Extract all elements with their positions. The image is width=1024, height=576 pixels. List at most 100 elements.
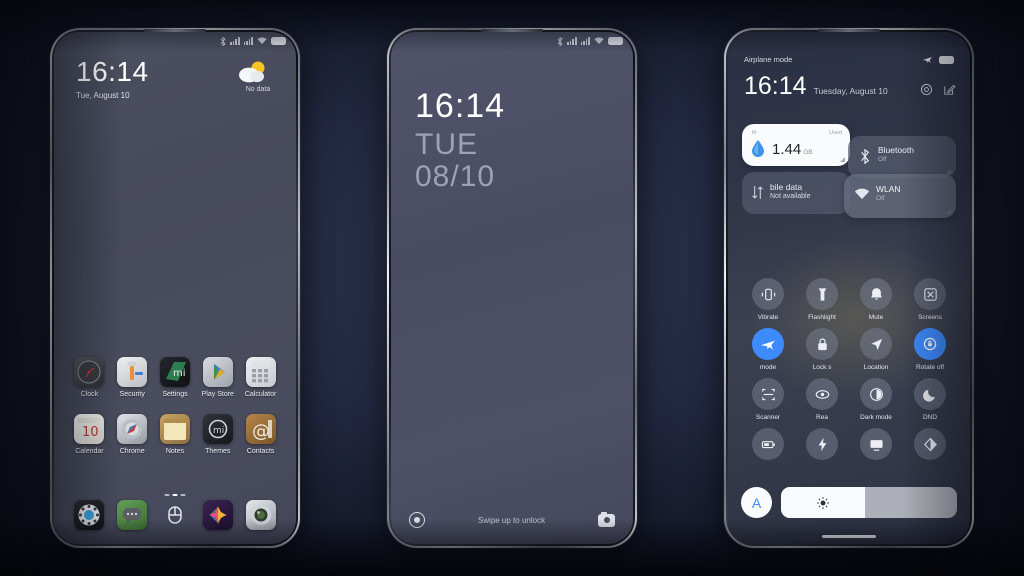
card-expand-corner[interactable] bbox=[946, 169, 951, 174]
camera-icon[interactable] bbox=[245, 500, 276, 530]
toggle-dark-mode[interactable]: Dark mode bbox=[849, 378, 903, 421]
toggle-grid: Vibrate Flashlight Mute Screens mode Loc… bbox=[741, 278, 957, 464]
battery-icon bbox=[608, 37, 623, 45]
toggle-reading-mode[interactable]: Rea bbox=[795, 378, 849, 421]
battery-icon bbox=[939, 55, 954, 64]
toggle-airplane-mode[interactable]: mode bbox=[741, 328, 795, 371]
home-clock-date: Tue, August 10 bbox=[76, 91, 130, 100]
card-mobile-data[interactable]: bile data Not available bbox=[742, 172, 850, 214]
app-settings[interactable]: mi Settings bbox=[154, 357, 197, 398]
wifi-icon bbox=[257, 37, 267, 45]
card-data-header-right: Used bbox=[829, 130, 842, 136]
control-center-display[interactable]: Airplane mode 16:14 Tuesday, August 10 t… bbox=[728, 32, 970, 544]
clock-app-icon bbox=[74, 357, 105, 387]
toggle-mute[interactable]: Mute bbox=[849, 278, 903, 321]
control-center-clock-row: 16:14 Tuesday, August 10 bbox=[744, 74, 956, 99]
toggle-flashlight[interactable]: Flashlight bbox=[795, 278, 849, 321]
toggle-label: Rotate off bbox=[915, 364, 945, 371]
app-calculator[interactable]: Calculator bbox=[239, 357, 282, 398]
card-bluetooth-sub: Off bbox=[878, 156, 887, 163]
app-label: Themes bbox=[205, 448, 231, 455]
app-contacts[interactable]: @ Contacts bbox=[239, 414, 282, 455]
card-expand-corner[interactable] bbox=[946, 209, 951, 214]
app-chrome[interactable]: Chrome bbox=[111, 414, 154, 455]
card-expand-corner[interactable] bbox=[840, 157, 845, 162]
toggle-rotate-off[interactable]: Rotate off bbox=[903, 328, 957, 371]
signal-bars-icon-1 bbox=[230, 37, 240, 45]
security-app-icon bbox=[117, 357, 148, 387]
brightness-row: A bbox=[741, 487, 957, 518]
brightness-slider[interactable] bbox=[781, 487, 957, 518]
toggle-lightning[interactable] bbox=[795, 428, 849, 464]
airplane-icon bbox=[922, 54, 933, 65]
app-label: Play Store bbox=[201, 391, 234, 398]
toggle-dnd[interactable]: DND bbox=[903, 378, 957, 421]
sun-icon bbox=[816, 496, 830, 510]
svg-text:@: @ bbox=[252, 421, 270, 442]
app-calendar[interactable]: 10 Calendar bbox=[68, 414, 111, 455]
phone-dialer-icon[interactable] bbox=[74, 500, 105, 530]
home-clock-widget[interactable]: 16:14 Tue, August 10 bbox=[76, 58, 149, 101]
card-data-value: 1.44 bbox=[772, 141, 802, 158]
contacts-app-icon: @ bbox=[245, 414, 276, 444]
phone-control-center: Airplane mode 16:14 Tuesday, August 10 t… bbox=[724, 28, 974, 548]
location-arrow-icon bbox=[860, 328, 892, 360]
messaging-icon[interactable] bbox=[117, 500, 148, 530]
toggle-contrast[interactable] bbox=[903, 428, 957, 464]
app-notes[interactable]: Notes bbox=[154, 414, 197, 455]
edit-pencil-icon[interactable] bbox=[943, 83, 956, 96]
app-label: Chrome bbox=[119, 448, 145, 455]
card-data-header-left: th bbox=[752, 130, 757, 136]
page-dot-active[interactable] bbox=[172, 494, 178, 496]
svg-text:10: 10 bbox=[82, 425, 99, 440]
toggle-label: Location bbox=[863, 364, 889, 371]
page-dot[interactable] bbox=[164, 494, 170, 496]
card-wlan[interactable]: WLAN Off bbox=[844, 174, 956, 218]
flashlight-ring-icon[interactable] bbox=[409, 512, 425, 528]
home-indicator[interactable] bbox=[822, 535, 876, 538]
card-bluetooth-title: Bluetooth bbox=[878, 145, 914, 155]
gear-icon[interactable] bbox=[920, 83, 933, 96]
browser-icon[interactable] bbox=[160, 500, 190, 530]
app-clock[interactable]: Clock bbox=[68, 357, 111, 398]
app-themes[interactable]: mi Themes bbox=[196, 414, 239, 455]
cc-time: 16:14 bbox=[744, 72, 807, 100]
camera-icon[interactable] bbox=[598, 511, 615, 527]
wifi-icon bbox=[594, 37, 604, 45]
toggle-label: Screens bbox=[918, 314, 942, 321]
status-bar bbox=[54, 32, 296, 50]
weather-widget[interactable]: No data bbox=[236, 60, 280, 93]
toggle-battery-saver[interactable] bbox=[741, 428, 795, 464]
eye-icon bbox=[806, 378, 838, 410]
toggle-cast[interactable] bbox=[849, 428, 903, 464]
unlock-hint: Swipe up to unlock bbox=[477, 515, 546, 525]
card-data-usage[interactable]: th Used 1.44 GB bbox=[742, 124, 850, 166]
weather-status: No data bbox=[245, 86, 271, 93]
app-play-store[interactable]: Play Store bbox=[196, 357, 239, 398]
gallery-icon[interactable] bbox=[202, 500, 233, 530]
toggle-screenshot[interactable]: Screens bbox=[903, 278, 957, 321]
auto-brightness-button[interactable]: A bbox=[741, 487, 772, 518]
toggle-scanner[interactable]: Scanner bbox=[741, 378, 795, 421]
app-label: Settings bbox=[162, 391, 188, 398]
contrast-circle-icon bbox=[860, 378, 892, 410]
signal-bars-icon-2 bbox=[580, 37, 590, 45]
page-dot[interactable] bbox=[180, 494, 186, 496]
toggle-lock-screen[interactable]: Lock s bbox=[795, 328, 849, 371]
signal-bars-icon-2 bbox=[243, 37, 253, 45]
qr-scanner-icon bbox=[752, 378, 784, 410]
earpiece-speaker bbox=[481, 29, 543, 32]
status-bar bbox=[391, 32, 633, 50]
toggle-location[interactable]: Location bbox=[849, 328, 903, 371]
card-wlan-title: WLAN bbox=[876, 184, 901, 194]
app-security[interactable]: Security bbox=[111, 357, 154, 398]
battery-icon bbox=[271, 37, 286, 45]
home-screen-display[interactable]: 16:14 Tue, August 10 No data Clock Secur… bbox=[54, 32, 296, 544]
lock-screen-display[interactable]: 16:14 TUE 08/10 Swipe up to unlock bbox=[391, 32, 633, 544]
lock-bottom-bar: Swipe up to unlock bbox=[391, 511, 633, 528]
card-mobile-sub: Not available bbox=[770, 193, 811, 200]
app-label: Notes bbox=[165, 448, 185, 455]
toggle-vibrate[interactable]: Vibrate bbox=[741, 278, 795, 321]
card-bluetooth[interactable]: Bluetooth Off bbox=[848, 136, 956, 178]
lightning-icon bbox=[806, 428, 838, 460]
